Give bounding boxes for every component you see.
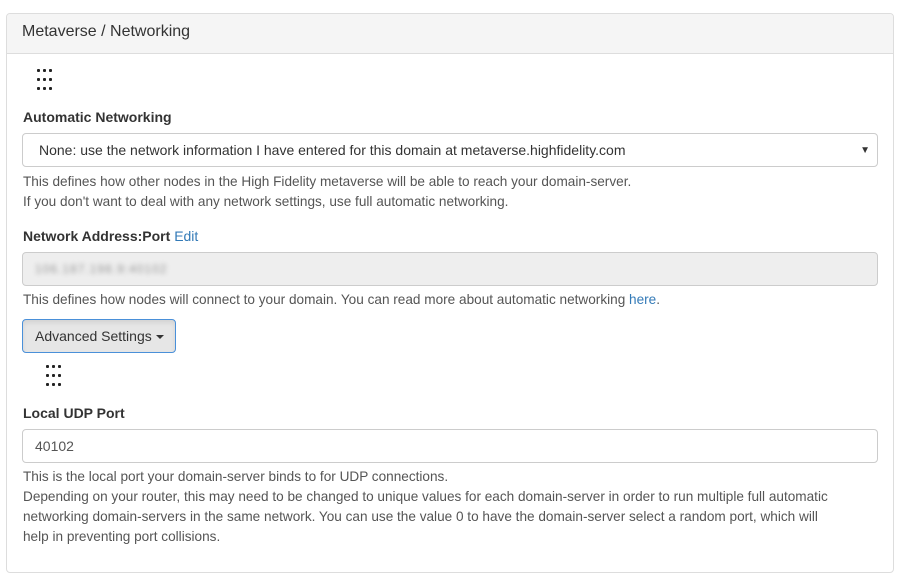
help-end: .: [656, 292, 661, 307]
help-text: This defines how nodes will connect to y…: [23, 292, 630, 307]
caret-down-icon: [155, 335, 164, 340]
advanced-settings-button[interactable]: Advanced Settings: [22, 319, 176, 353]
automatic-networking-help: This defines how other nodes in the High…: [23, 172, 883, 212]
network-address-value: 106.187.198.9:40102: [35, 262, 168, 276]
drag-handle-icon[interactable]: [37, 69, 55, 95]
caret-down-icon: ▼: [860, 145, 870, 156]
help-line: This is the local port your domain-serve…: [23, 469, 449, 484]
help-line: This defines how other nodes in the High…: [23, 174, 632, 189]
drag-handle-icon[interactable]: [46, 365, 64, 391]
local-udp-port-help: This is the local port your domain-serve…: [23, 467, 893, 547]
network-address-field: 106.187.198.9:40102: [22, 252, 878, 286]
network-address-label-text: Network Address:Port: [23, 228, 171, 244]
local-udp-port-label: Local UDP Port: [23, 405, 125, 421]
automatic-networking-select[interactable]: None: use the network information I have…: [22, 133, 878, 167]
advanced-settings-label: Advanced Settings: [35, 328, 152, 344]
network-address-help: This defines how nodes will connect to y…: [23, 290, 883, 310]
automatic-networking-selected: None: use the network information I have…: [39, 142, 626, 158]
help-line: If you don't want to deal with any netwo…: [23, 194, 509, 209]
help-line: networking domain-servers in the same ne…: [23, 509, 818, 524]
network-address-label: Network Address:Port Edit: [23, 228, 198, 244]
help-line: Depending on your router, this may need …: [23, 489, 828, 504]
panel-title: Metaverse / Networking: [7, 14, 893, 54]
here-link[interactable]: here: [629, 292, 656, 307]
local-udp-port-input[interactable]: 40102: [22, 429, 878, 463]
automatic-networking-label: Automatic Networking: [23, 109, 172, 125]
edit-link[interactable]: Edit: [174, 228, 198, 244]
help-line: help in preventing port collisions.: [23, 529, 221, 544]
local-udp-port-value: 40102: [35, 438, 74, 454]
